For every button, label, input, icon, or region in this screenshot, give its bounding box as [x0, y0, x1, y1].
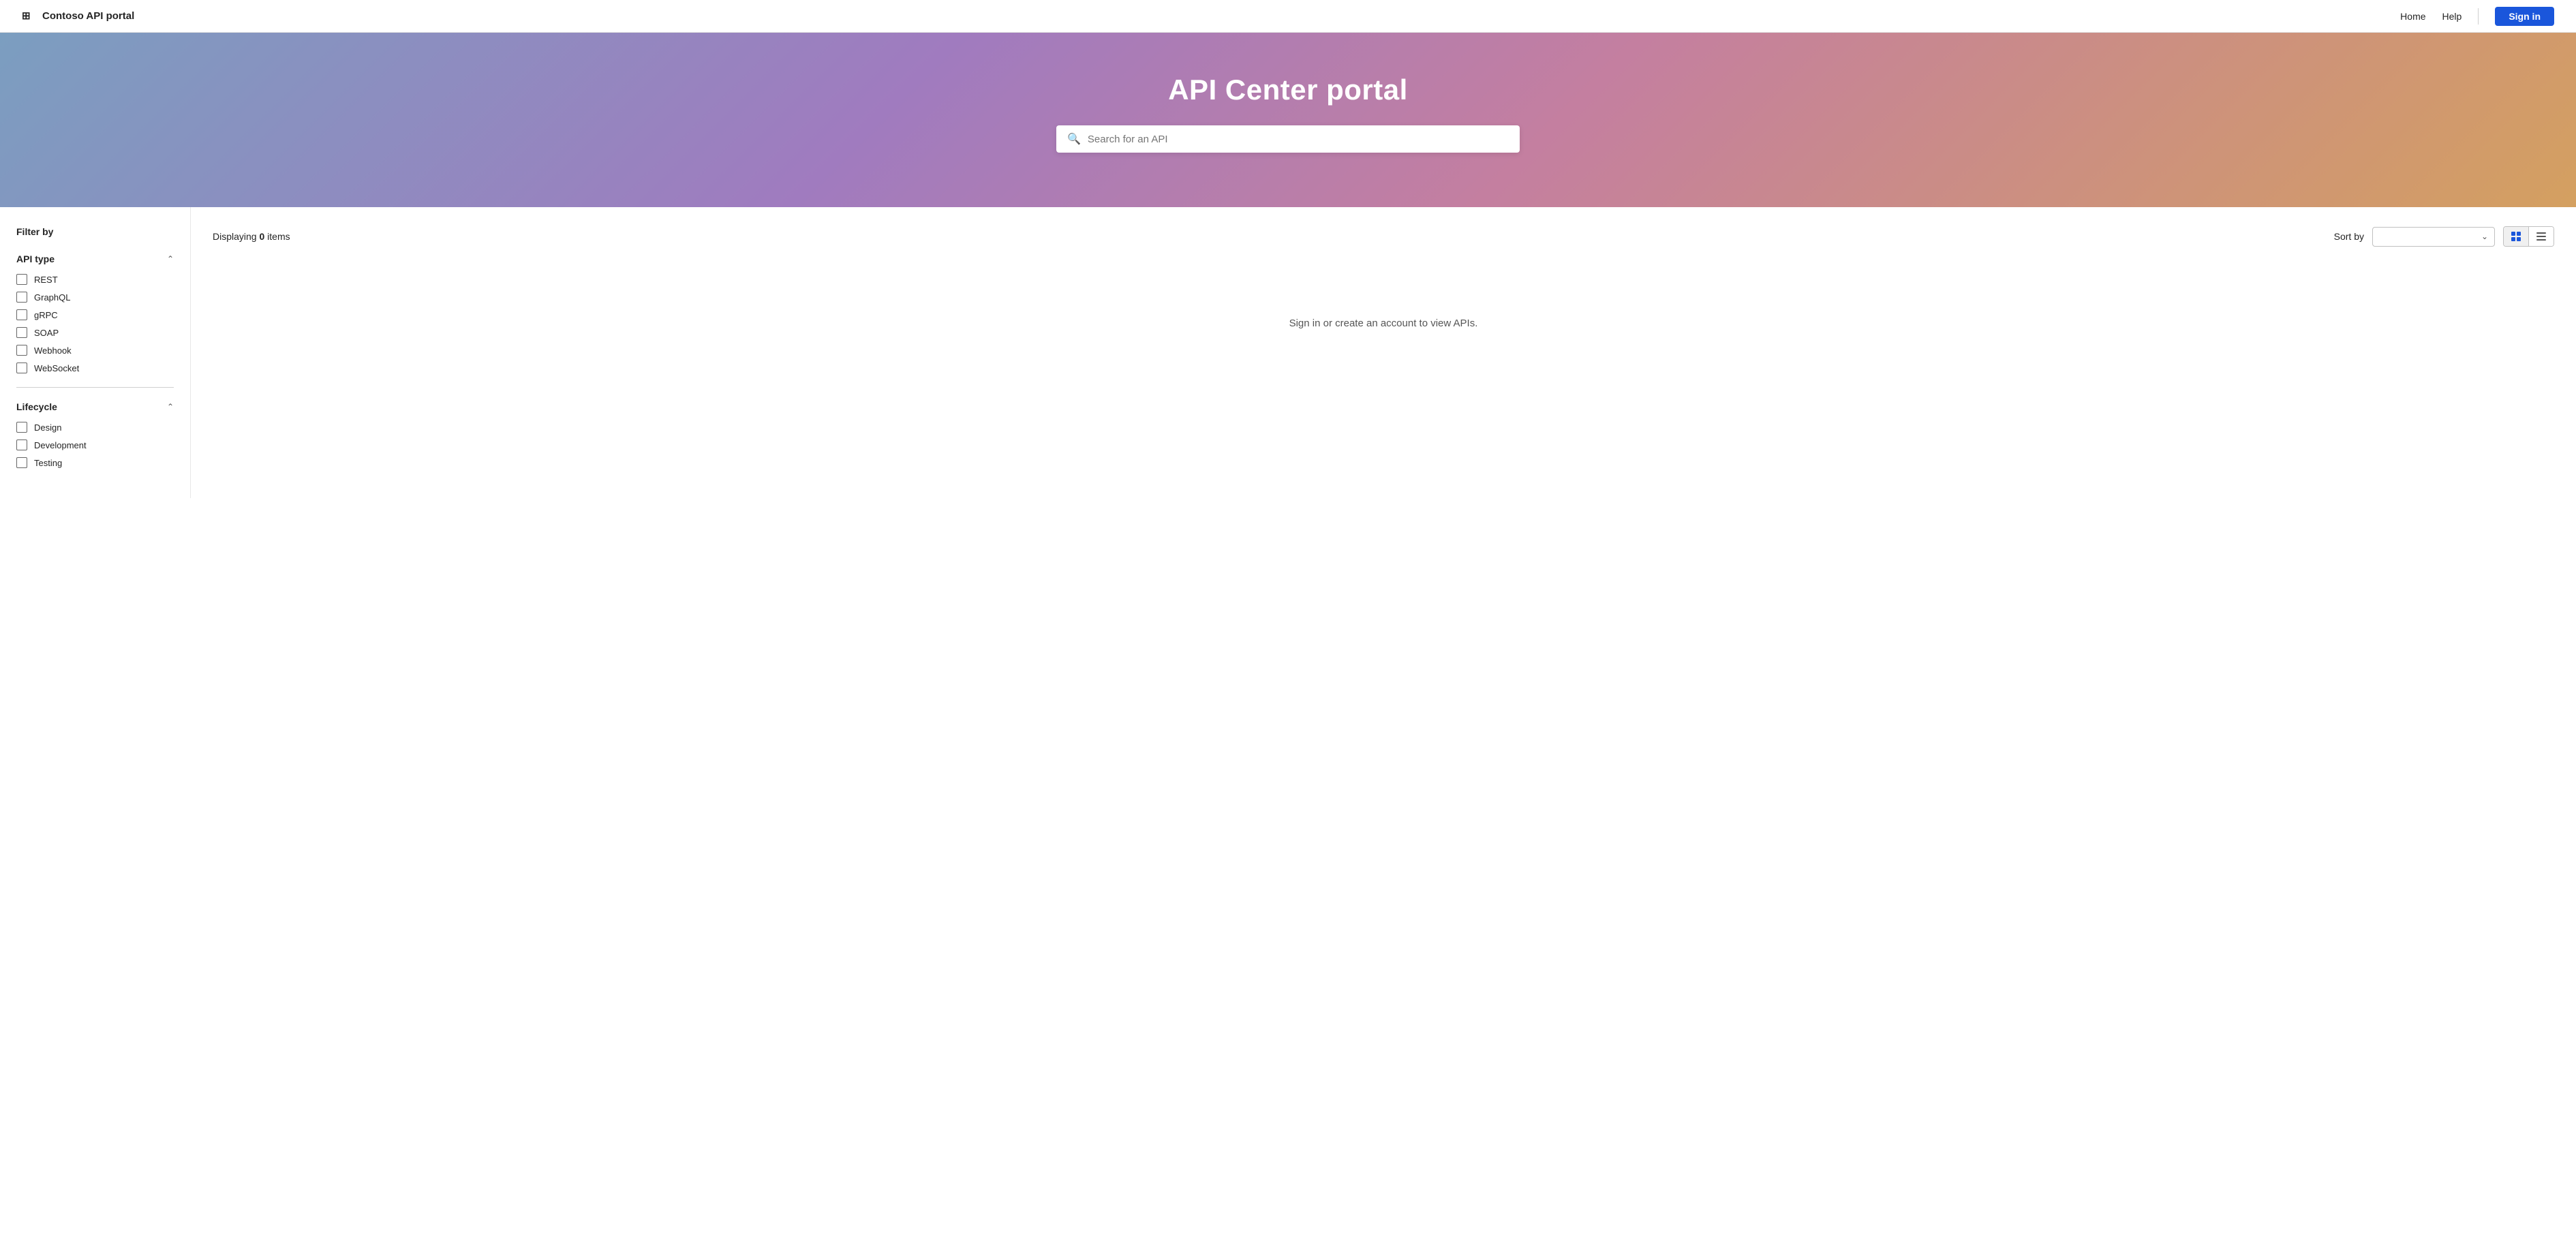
search-input[interactable]: [1088, 134, 1509, 145]
nav-home-link[interactable]: Home: [2400, 11, 2425, 22]
navbar: ⊞ Contoso API portal Home Help Sign in: [0, 0, 2576, 33]
filter-section-lifecycle-title: Lifecycle: [16, 401, 57, 412]
checkbox-soap[interactable]: [16, 327, 27, 338]
filter-divider: [16, 387, 174, 388]
brand: ⊞ Contoso API portal: [22, 10, 134, 23]
filter-label-grpc: gRPC: [34, 310, 58, 320]
filter-option-webhook[interactable]: Webhook: [16, 345, 174, 356]
view-toggle: [2503, 226, 2554, 247]
api-type-options: REST GraphQL gRPC SOAP Webhook: [16, 274, 174, 373]
sort-select[interactable]: Name Date: [2372, 227, 2495, 247]
hero-title: API Center portal: [22, 74, 2554, 106]
empty-state-message: Sign in or create an account to view API…: [1289, 318, 1478, 329]
sidebar: Filter by API type ⌃ REST GraphQL gRPC: [0, 207, 191, 498]
filter-label-development: Development: [34, 440, 87, 450]
checkbox-development[interactable]: [16, 440, 27, 450]
content-toolbar: Displaying 0 items Sort by Name Date ⌄: [213, 226, 2554, 247]
filter-section-lifecycle-header[interactable]: Lifecycle ⌃: [16, 401, 174, 412]
filter-option-soap[interactable]: SOAP: [16, 327, 174, 338]
toolbar-right: Sort by Name Date ⌄: [2334, 226, 2554, 247]
checkbox-graphql[interactable]: [16, 292, 27, 303]
filter-option-websocket[interactable]: WebSocket: [16, 363, 174, 373]
filter-label-testing: Testing: [34, 458, 62, 468]
sort-select-wrapper: Name Date ⌄: [2372, 227, 2495, 247]
filter-option-grpc[interactable]: gRPC: [16, 309, 174, 320]
nav-divider: [2478, 8, 2479, 25]
checkbox-websocket[interactable]: [16, 363, 27, 373]
hero-section: API Center portal 🔍: [0, 33, 2576, 207]
filter-label-webhook: Webhook: [34, 345, 72, 356]
lifecycle-options: Design Development Testing: [16, 422, 174, 468]
chevron-up-icon-lifecycle: ⌃: [167, 402, 174, 412]
displaying-suffix: items: [264, 231, 290, 242]
filter-label-websocket: WebSocket: [34, 363, 79, 373]
filter-section-api-type: API type ⌃ REST GraphQL gRPC SO: [16, 253, 174, 373]
search-bar: 🔍: [1056, 125, 1520, 153]
content-area: Displaying 0 items Sort by Name Date ⌄: [191, 207, 2576, 498]
empty-state: Sign in or create an account to view API…: [213, 263, 2554, 384]
signin-button[interactable]: Sign in: [2495, 7, 2554, 26]
filter-option-rest[interactable]: REST: [16, 274, 174, 285]
checkbox-rest[interactable]: [16, 274, 27, 285]
filter-option-testing[interactable]: Testing: [16, 457, 174, 468]
sort-label: Sort by: [2334, 231, 2364, 242]
filter-label-graphql: GraphQL: [34, 292, 70, 303]
checkbox-webhook[interactable]: [16, 345, 27, 356]
filter-section-api-type-header[interactable]: API type ⌃: [16, 253, 174, 264]
displaying-count-text: Displaying 0 items: [213, 231, 290, 242]
nav-right: Home Help Sign in: [2400, 7, 2554, 26]
list-view-button[interactable]: [2529, 227, 2554, 246]
filter-option-development[interactable]: Development: [16, 440, 174, 450]
checkbox-grpc[interactable]: [16, 309, 27, 320]
checkbox-testing[interactable]: [16, 457, 27, 468]
filter-label-rest: REST: [34, 275, 58, 285]
filter-option-design[interactable]: Design: [16, 422, 174, 433]
brand-title: Contoso API portal: [42, 10, 134, 22]
chevron-up-icon: ⌃: [167, 254, 174, 264]
grid-view-icon: [2511, 231, 2521, 242]
list-view-icon: [2536, 231, 2547, 242]
displaying-prefix: Displaying: [213, 231, 259, 242]
main-content: Filter by API type ⌃ REST GraphQL gRPC: [0, 207, 2576, 498]
checkbox-design[interactable]: [16, 422, 27, 433]
nav-help-link[interactable]: Help: [2442, 11, 2462, 22]
filter-section-lifecycle: Lifecycle ⌃ Design Development Testing: [16, 401, 174, 468]
filter-heading: Filter by: [16, 226, 174, 237]
search-icon: 🔍: [1067, 132, 1081, 146]
filter-section-api-type-title: API type: [16, 253, 55, 264]
grid-view-button[interactable]: [2504, 227, 2529, 246]
filter-option-graphql[interactable]: GraphQL: [16, 292, 174, 303]
filter-label-soap: SOAP: [34, 328, 59, 338]
brand-icon: ⊞: [22, 10, 35, 23]
filter-label-design: Design: [34, 422, 61, 433]
